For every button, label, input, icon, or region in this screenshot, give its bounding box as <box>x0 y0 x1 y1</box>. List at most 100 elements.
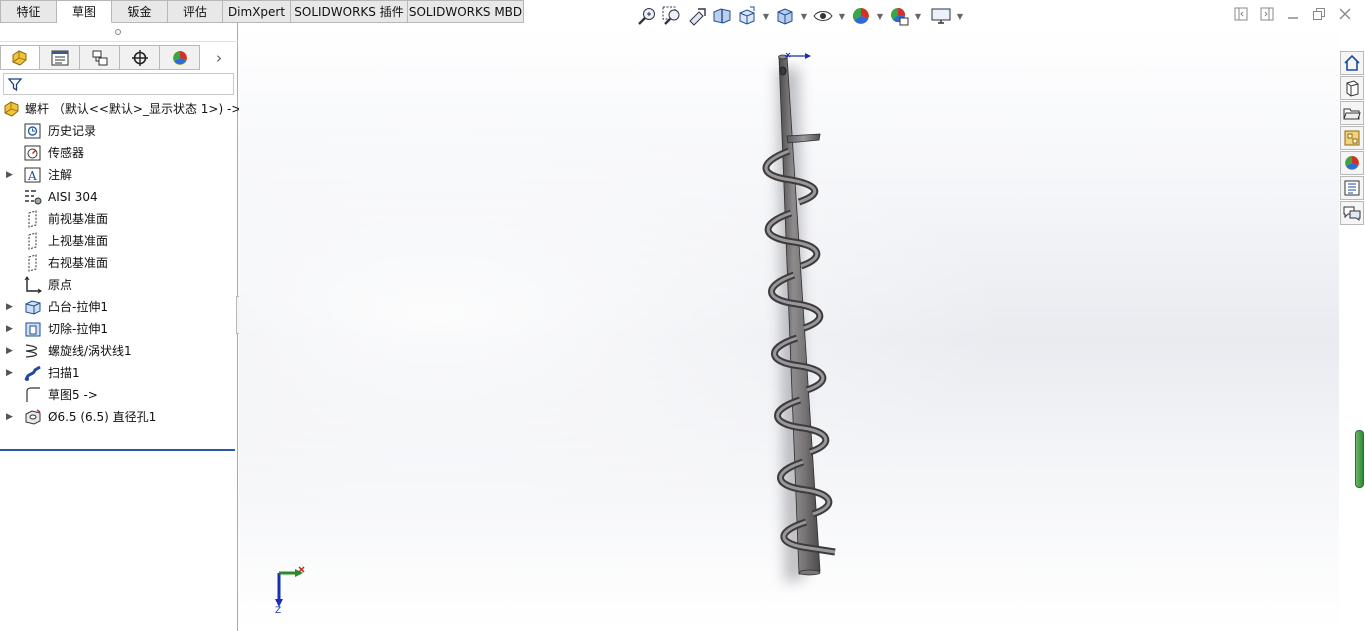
apply-scene-button[interactable] <box>888 5 910 27</box>
feature-tree-filter[interactable] <box>3 73 234 95</box>
displaymanager-tab[interactable] <box>160 45 200 70</box>
tab-dimxpert[interactable]: DimXpert <box>223 0 291 23</box>
view-settings-button[interactable] <box>930 5 952 27</box>
task-pane-resources[interactable] <box>1340 51 1364 75</box>
featuremanager-tab[interactable] <box>0 45 40 70</box>
display-style-icon <box>777 8 793 25</box>
propertymanager-tab[interactable] <box>40 45 80 70</box>
annotations-icon: A <box>24 167 41 183</box>
configurationmanager-tab[interactable] <box>80 45 120 70</box>
panel-right-icon <box>1260 7 1274 21</box>
tab-solidworks-addins[interactable]: SOLIDWORKS 插件 <box>291 0 408 23</box>
design-library-icon <box>1346 80 1359 97</box>
apply-scene-icon <box>891 8 909 26</box>
expand-arrow-icon[interactable]: ▶ <box>6 296 14 318</box>
tree-item-hole[interactable]: ▶ Ø6.5 (6.5) 直径孔1 <box>0 406 238 428</box>
tab-features[interactable]: 特征 <box>0 0 57 23</box>
tree-item-top-plane[interactable]: 上视基准面 <box>0 230 238 252</box>
tree-root-part[interactable]: 螺杆 （默认<<默认>_显示状态 1>) -> <box>0 98 242 120</box>
sensors-icon <box>24 145 41 161</box>
tree-item-label: 右视基准面 <box>48 256 109 270</box>
tab-evaluate[interactable]: 评估 <box>168 0 223 23</box>
tree-item-helix[interactable]: ▶ 螺旋线/涡状线1 <box>0 340 238 362</box>
view-orientation-icon <box>739 6 755 25</box>
display-style-button[interactable] <box>774 5 796 27</box>
close-button[interactable] <box>1336 5 1354 23</box>
plane-icon <box>28 254 37 272</box>
edit-appearance-dropdown-icon[interactable]: ▼ <box>875 12 885 21</box>
plane-icon <box>28 210 37 228</box>
zoom-to-area-button[interactable] <box>661 5 683 27</box>
tree-root-label: 螺杆 （默认<<默认>_显示状态 1>) -> <box>25 102 242 116</box>
tree-item-history[interactable]: 历史记录 <box>0 120 238 142</box>
display-style-dropdown-icon[interactable]: ▼ <box>799 12 809 21</box>
heads-up-view-toolbar: ▼ ▼ ▼ ▼ ▼ ▼ <box>636 4 965 28</box>
more-tabs-button[interactable]: › <box>200 45 238 70</box>
view-settings-icon <box>931 8 951 24</box>
tree-item-label: Ø6.5 (6.5) 直径孔1 <box>48 410 157 424</box>
hide-show-dropdown-icon[interactable]: ▼ <box>837 12 847 21</box>
tree-item-label: 前视基准面 <box>48 212 109 226</box>
task-pane-design-library[interactable] <box>1340 76 1364 100</box>
file-explorer-icon <box>1343 108 1361 120</box>
rollback-bar[interactable] <box>0 449 235 451</box>
manager-tabs: › <box>0 45 238 71</box>
tree-item-label: 扫描1 <box>48 366 80 380</box>
screw-shaft-model[interactable] <box>739 48 859 593</box>
tree-item-origin[interactable]: 原点 <box>0 274 238 296</box>
edit-appearance-button[interactable] <box>850 5 872 27</box>
tree-item-boss-extrude[interactable]: ▶ 凸台-拉伸1 <box>0 296 238 318</box>
tree-item-sweep[interactable]: ▶ 扫描1 <box>0 362 238 384</box>
cut-extrude-icon <box>25 322 41 337</box>
edit-appearance-icon <box>852 7 869 24</box>
expand-arrow-icon[interactable]: ▶ <box>6 406 14 428</box>
tab-solidworks-mbd[interactable]: SOLIDWORKS MBD <box>408 0 524 23</box>
collapse-right-button[interactable] <box>1258 5 1276 23</box>
tree-item-front-plane[interactable]: 前视基准面 <box>0 208 238 230</box>
propertymanager-icon <box>51 50 68 65</box>
restore-button[interactable] <box>1310 5 1328 23</box>
tree-item-label: 原点 <box>48 278 73 292</box>
expand-arrow-icon[interactable]: ▶ <box>6 340 14 362</box>
minimize-button[interactable] <box>1284 5 1302 23</box>
tree-item-material[interactable]: AISI 304 <box>0 186 238 208</box>
tree-item-cut-extrude[interactable]: ▶ 切除-拉伸1 <box>0 318 238 340</box>
panel-left-icon <box>1234 7 1248 21</box>
configurationmanager-icon <box>92 50 107 65</box>
tree-item-annotations[interactable]: ▶ A 注解 <box>0 164 238 186</box>
task-pane-file-explorer[interactable] <box>1340 101 1364 125</box>
tab-sheet-metal[interactable]: 钣金 <box>112 0 168 23</box>
hole-icon <box>25 409 41 425</box>
featuremanager-icon <box>12 49 27 66</box>
collapse-left-button[interactable] <box>1232 5 1250 23</box>
tree-item-right-plane[interactable]: 右视基准面 <box>0 252 238 274</box>
task-pane-custom-properties[interactable] <box>1340 176 1364 200</box>
view-settings-dropdown-icon[interactable]: ▼ <box>955 12 965 21</box>
expand-arrow-icon[interactable]: ▶ <box>6 164 14 186</box>
expand-arrow-icon[interactable]: ▶ <box>6 362 14 384</box>
zoom-to-area-icon <box>662 6 680 25</box>
pane-split-handle[interactable] <box>0 23 238 42</box>
task-pane-appearances[interactable] <box>1340 151 1364 175</box>
task-pane-view-palette[interactable] <box>1340 126 1364 150</box>
view-orientation-button[interactable] <box>736 5 758 27</box>
zoom-to-fit-button[interactable] <box>636 5 658 27</box>
plane-icon <box>28 232 37 250</box>
section-view-button[interactable] <box>711 5 733 27</box>
hide-show-items-button[interactable] <box>812 5 834 27</box>
view-orientation-dropdown-icon[interactable]: ▼ <box>761 12 771 21</box>
tree-item-sketch5[interactable]: 草图5 -> <box>0 384 238 406</box>
previous-view-button[interactable] <box>686 5 708 27</box>
close-icon <box>1339 8 1351 20</box>
material-icon <box>25 190 42 205</box>
expand-arrow-icon[interactable]: ▶ <box>6 318 14 340</box>
apply-scene-dropdown-icon[interactable]: ▼ <box>913 12 923 21</box>
dimxpertmanager-tab[interactable] <box>120 45 160 70</box>
tab-sketch[interactable]: 草图 <box>57 0 112 23</box>
tree-item-label: 上视基准面 <box>48 234 109 248</box>
tree-item-sensors[interactable]: 传感器 <box>0 142 238 164</box>
sweep-icon <box>24 365 41 381</box>
task-pane-forum[interactable] <box>1340 201 1364 225</box>
task-pane-scroll-handle[interactable] <box>1355 430 1364 488</box>
origin-icon <box>24 276 42 294</box>
